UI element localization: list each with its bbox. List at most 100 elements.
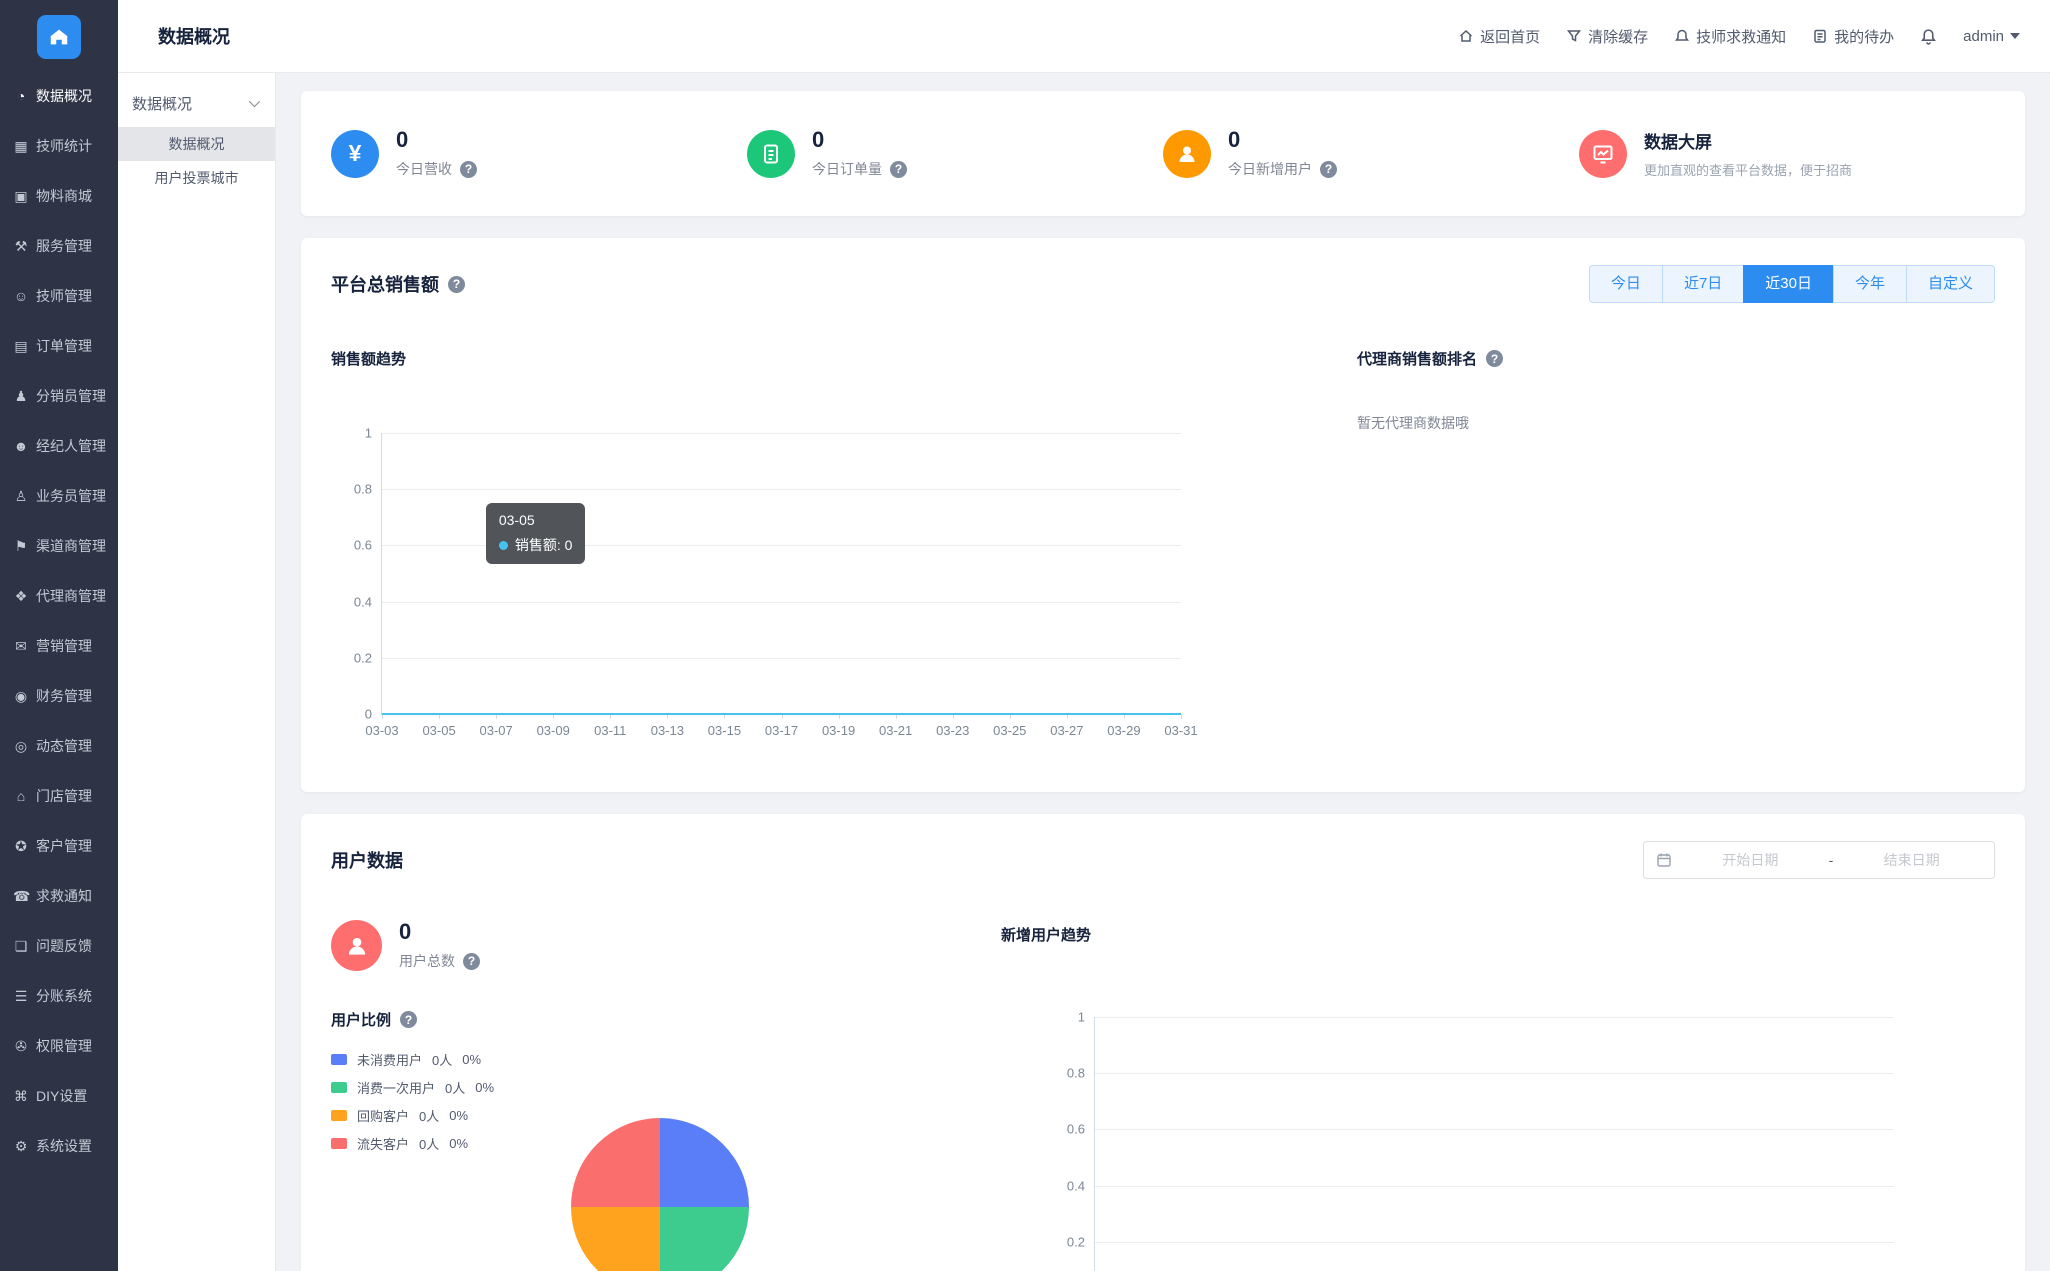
end-date-input[interactable]: 结束日期	[1841, 850, 1982, 870]
sidebar-item-agent-mgmt[interactable]: ❖ 代理商管理	[0, 571, 118, 621]
app-logo[interactable]	[37, 15, 81, 59]
sidebar-item-diy-settings[interactable]: ⌘ DIY设置	[0, 1071, 118, 1121]
range-tab-30d[interactable]: 近30日	[1743, 265, 1833, 303]
sidebar-item-service-mgmt[interactable]: ⚒ 服务管理	[0, 221, 118, 271]
user-menu[interactable]: admin	[1963, 28, 2020, 45]
y-axis-tick-label: 0.4	[353, 594, 372, 610]
sidebar-item-store-mgmt[interactable]: ⌂ 门店管理	[0, 771, 118, 821]
x-axis-tick-label: 03-11	[594, 723, 627, 738]
series-marker	[498, 540, 508, 550]
sidebar-item-channel-mgmt[interactable]: ⚑ 渠道商管理	[0, 521, 118, 571]
y-axis-tick-label: 0.6	[1066, 1121, 1085, 1137]
sidebar-item-sos-notice[interactable]: ☎ 求救通知	[0, 871, 118, 921]
range-tab-custom[interactable]: 自定义	[1905, 265, 1995, 303]
sidebar-item-split-account[interactable]: ☰ 分账系统	[0, 971, 118, 1021]
sidebar-item-dynamic-mgmt[interactable]: ◎ 动态管理	[0, 721, 118, 771]
date-range-picker[interactable]: 开始日期 - 结束日期	[1643, 841, 1995, 879]
chart-gridline	[1095, 1185, 1894, 1187]
range-tab-7d[interactable]: 近7日	[1661, 265, 1744, 303]
legend-label: 回购客户	[357, 1109, 410, 1125]
data-screen-entry[interactable]: 数据大屏 更加直观的查看平台数据，便于招商	[1579, 128, 1995, 179]
marketing-icon: ✉	[15, 637, 27, 654]
range-tab-today[interactable]: 今日	[1588, 265, 1662, 303]
submenu-item-data-overview[interactable]: 数据概况	[118, 127, 275, 161]
revenue-icon: ¥	[331, 129, 379, 178]
today-revenue-value: 0	[396, 126, 409, 152]
x-axis-tick-label: 03-09	[536, 723, 570, 738]
sidebar-item-finance-mgmt[interactable]: ◉ 财务管理	[0, 671, 118, 721]
sidebar-item-order-mgmt[interactable]: ▤ 订单管理	[0, 321, 118, 371]
orders-icon	[747, 129, 795, 178]
sidebar-item-label: 权限管理	[36, 1038, 92, 1054]
sidebar-item-data-overview[interactable]: ◔ 数据概况	[0, 71, 118, 121]
x-axis-tick-label: 03-03	[365, 723, 399, 738]
my-todo-label: 我的待办	[1834, 28, 1895, 46]
y-axis-tick-label: 1	[1077, 1009, 1085, 1025]
my-todo-link[interactable]: 我的待办	[1812, 26, 1894, 47]
sidebar-item-label: 渠道商管理	[36, 538, 106, 554]
sidebar-item-salesman-mgmt[interactable]: ♙ 业务员管理	[0, 471, 118, 521]
submenu-group-label: 数据概况	[132, 95, 193, 113]
technician-sos-link[interactable]: 技师求救通知	[1674, 26, 1786, 47]
sidebar-item-technician-mgmt[interactable]: ☺ 技师管理	[0, 271, 118, 321]
finance-icon: ◉	[14, 687, 28, 704]
sidebar-item-label: 财务管理	[36, 688, 92, 704]
main-content: ¥ 0 今日营收 ? 0 今日订单量 ? 0 今日新增用户 ? 数据大屏 更加直…	[276, 73, 2050, 1271]
sidebar-item-label: 代理商管理	[36, 588, 106, 604]
help-icon[interactable]: ?	[463, 952, 480, 970]
sidebar-item-label: 客户管理	[36, 838, 92, 854]
sidebar-item-technician-stats[interactable]: ▦ 技师统计	[0, 121, 118, 171]
x-axis-tick-label: 03-27	[1050, 723, 1084, 738]
new-users-icon	[1163, 129, 1211, 178]
app-root: ◔ 数据概况 ▦ 技师统计 ▣ 物料商城 ⚒ 服务管理 ☺ 技师管理 ▤ 订单管理 ♟ 分销员管理 ☻ 经纪人…	[0, 0, 2050, 1271]
new-users-trend-chart: 00.20.40.60.81	[1067, 1010, 1894, 1271]
back-home-link[interactable]: 返回首页	[1458, 26, 1540, 47]
submenu-item-user-vote-city[interactable]: 用户投票城市	[118, 161, 275, 195]
help-icon[interactable]: ?	[400, 1011, 418, 1029]
sidebar-item-broker-mgmt[interactable]: ☻ 经纪人管理	[0, 421, 118, 471]
notification-bell[interactable]	[1920, 28, 1937, 45]
x-axis-tick-label: 03-05	[422, 723, 456, 738]
sidebar-item-label: 分销员管理	[36, 388, 106, 404]
sidebar-item-permission-mgmt[interactable]: ✇ 权限管理	[0, 1021, 118, 1071]
sidebar-item-feedback[interactable]: ❏ 问题反馈	[0, 921, 118, 971]
sidebar-item-marketing-mgmt[interactable]: ✉ 营销管理	[0, 621, 118, 671]
data-screen-title: 数据大屏	[1644, 133, 1712, 152]
chart-gridline	[1095, 1073, 1894, 1075]
start-date-input[interactable]: 开始日期	[1680, 850, 1821, 870]
help-icon[interactable]: ?	[1486, 350, 1504, 367]
legend-pct: 0%	[449, 1108, 469, 1124]
sidebar-item-material-mall[interactable]: ▣ 物料商城	[0, 171, 118, 221]
submenu-group-data-overview[interactable]: 数据概况	[118, 79, 275, 127]
help-icon[interactable]: ?	[1320, 160, 1337, 178]
funnel-icon	[1567, 30, 1582, 42]
chart-gridline	[1095, 1241, 1894, 1243]
trend-line	[382, 713, 1181, 715]
x-axis-tick-label: 03-13	[650, 723, 684, 738]
legend-label: 消费一次用户	[357, 1081, 436, 1097]
customer-icon: ✪	[15, 837, 27, 854]
y-axis-tick-label: 1	[364, 425, 372, 441]
date-separator: -	[1828, 852, 1834, 868]
help-icon[interactable]: ?	[460, 160, 477, 178]
legend-label: 未消费用户	[357, 1053, 423, 1069]
help-icon[interactable]: ?	[448, 275, 465, 293]
sidebar-item-label: 系统设置	[36, 1138, 92, 1154]
order-icon: ▤	[14, 337, 28, 354]
back-home-label: 返回首页	[1480, 28, 1541, 46]
sidebar-item-system-settings[interactable]: ⚙ 系统设置	[0, 1121, 118, 1171]
help-icon[interactable]: ?	[890, 160, 907, 178]
today-orders-label: 今日订单量	[812, 161, 882, 178]
sales-trend-section: 销售额趋势 03-05 销售额: 0 0 0.2 0.4 0.6 0.8 1 0…	[331, 348, 1331, 738]
page-title: 数据概况	[158, 27, 230, 47]
calendar-icon	[1657, 853, 1671, 867]
sidebar-item-distributor-mgmt[interactable]: ♟ 分销员管理	[0, 371, 118, 421]
sidebar-item-customer-mgmt[interactable]: ✪ 客户管理	[0, 821, 118, 871]
clear-cache-link[interactable]: 清除缓存	[1566, 26, 1648, 47]
range-tab-year[interactable]: 今年	[1832, 265, 1906, 303]
stats-card: ¥ 0 今日营收 ? 0 今日订单量 ? 0 今日新增用户 ? 数据大屏 更加直…	[301, 91, 2025, 216]
chart-gridline	[1095, 1129, 1894, 1131]
service-icon: ⚒	[14, 237, 28, 254]
sidebar-item-label: 物料商城	[36, 188, 92, 204]
chevron-down-icon	[2010, 33, 2020, 39]
